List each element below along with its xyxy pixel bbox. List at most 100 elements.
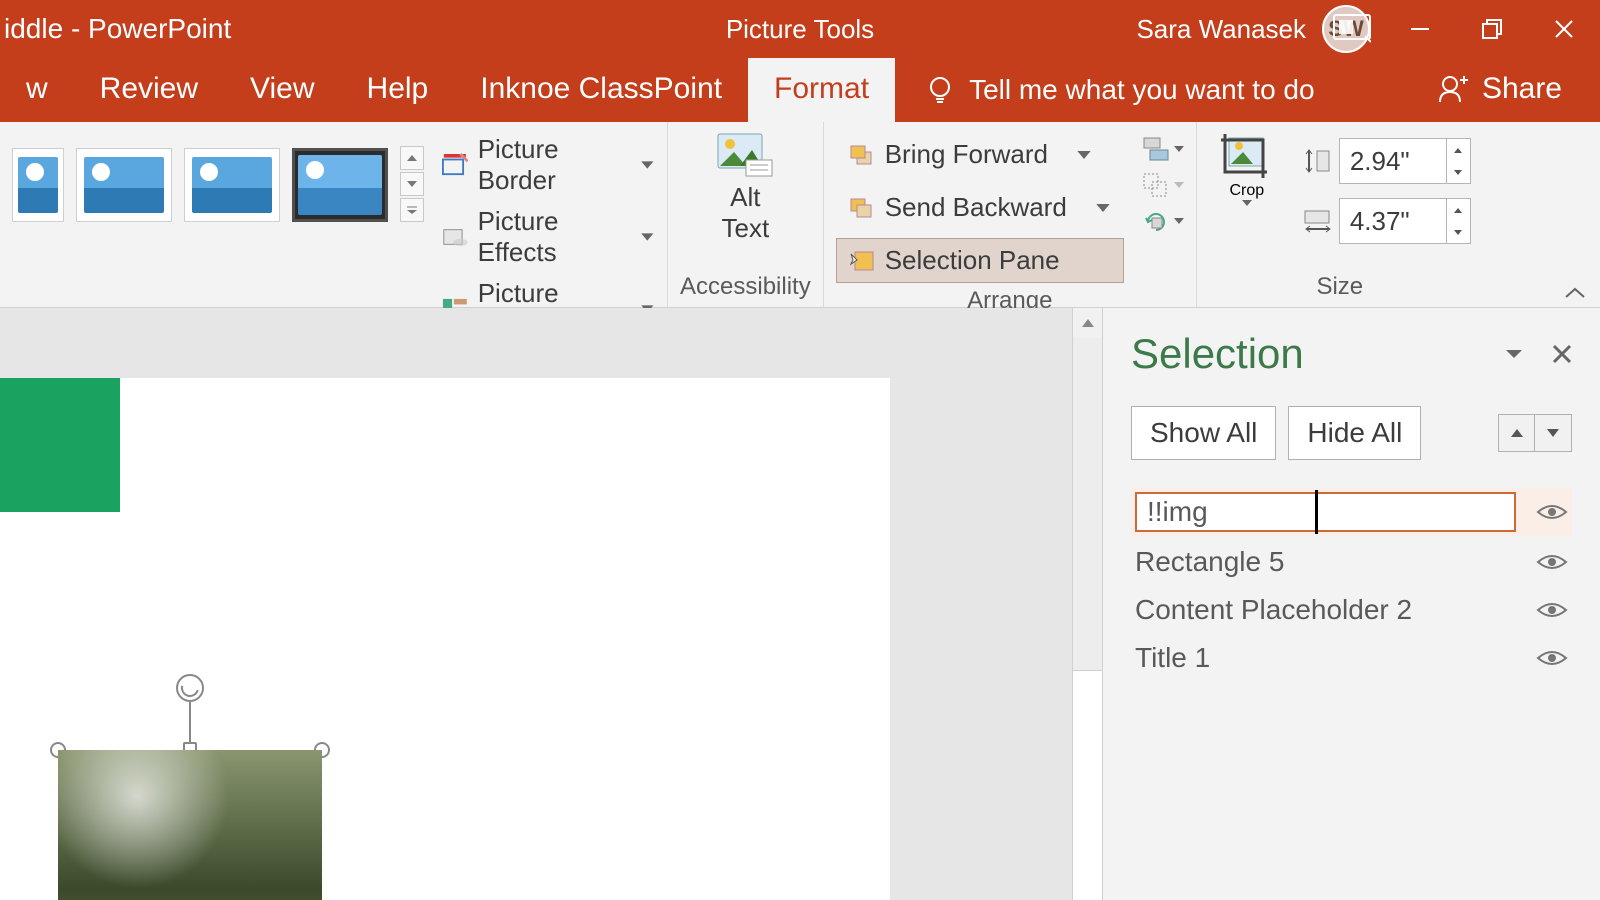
bring-forward-label: Bring Forward (885, 139, 1048, 170)
scroll-up-button[interactable] (1073, 308, 1102, 338)
chevron-down-icon (1174, 146, 1184, 152)
send-backward-button[interactable]: Send Backward (836, 185, 1124, 230)
height-value: 2.94" (1350, 146, 1410, 177)
visibility-toggle-icon[interactable] (1536, 550, 1568, 574)
style-preset-2[interactable] (76, 148, 172, 222)
group-icon (1142, 172, 1170, 198)
style-preset-4-selected[interactable] (292, 148, 388, 222)
ribbon: Picture Border Picture Effects Picture L… (0, 122, 1600, 308)
width-input[interactable]: 4.37" (1339, 198, 1471, 244)
user-name: Sara Wanasek (1136, 14, 1306, 45)
window-controls (1384, 0, 1600, 58)
tab-review[interactable]: Review (74, 58, 224, 122)
bring-forward-button[interactable]: Bring Forward (836, 132, 1124, 177)
gallery-up-button[interactable] (400, 146, 424, 170)
group-accessibility: Alt Text Accessibility (668, 122, 824, 307)
height-input[interactable]: 2.94" (1339, 138, 1471, 184)
chevron-down-icon (1174, 182, 1184, 188)
rotate-button[interactable] (1142, 208, 1184, 234)
selection-pane-title: Selection (1131, 330, 1304, 378)
width-up[interactable] (1447, 199, 1470, 221)
slide-canvas[interactable] (0, 308, 1072, 900)
send-backward-icon (849, 197, 875, 219)
share-button[interactable]: Share (1398, 72, 1600, 122)
tell-me-label: Tell me what you want to do (969, 74, 1315, 106)
picture-effects-button[interactable]: Picture Effects (442, 206, 655, 268)
picture-border-label: Picture Border (478, 134, 631, 196)
selected-image[interactable] (40, 722, 340, 900)
close-pane-button[interactable] (1552, 344, 1572, 364)
text-cursor-icon (1315, 490, 1318, 534)
pane-options-button[interactable] (1506, 349, 1522, 359)
group-label-accessibility: Accessibility (680, 269, 811, 303)
height-up[interactable] (1447, 139, 1470, 161)
tab-help[interactable]: Help (341, 58, 455, 122)
style-preset-3[interactable] (184, 148, 280, 222)
selection-item[interactable]: Title 1 (1131, 636, 1572, 680)
picture-border-button[interactable]: Picture Border (442, 134, 655, 196)
width-icon (1303, 209, 1331, 233)
share-icon (1436, 72, 1470, 106)
crop-label: Crop (1229, 182, 1264, 200)
alt-text-button[interactable]: Alt Text (702, 128, 788, 248)
hide-all-button[interactable]: Hide All (1288, 406, 1421, 460)
dropdown-arrow-icon (640, 229, 655, 245)
tell-me-search[interactable]: Tell me what you want to do (905, 74, 1335, 122)
image-content (58, 750, 322, 900)
tab-inknoe-classpoint[interactable]: Inknoe ClassPoint (454, 58, 748, 122)
present-mode-button[interactable] (1320, 0, 1384, 58)
dropdown-arrow-icon (1076, 147, 1092, 163)
tab-format[interactable]: Format (748, 58, 895, 122)
picture-effects-icon (442, 225, 468, 249)
crop-button[interactable]: Crop (1209, 128, 1285, 210)
lightbulb-icon (925, 75, 955, 105)
title-bar: iddle - PowerPoint Picture Tools Sara Wa… (0, 0, 1600, 58)
visibility-toggle-icon[interactable] (1536, 646, 1568, 670)
tab-partial[interactable]: w (0, 58, 74, 122)
selection-item-editing[interactable] (1131, 488, 1572, 536)
alt-text-label: Alt Text (722, 182, 770, 244)
scroll-track[interactable] (1073, 338, 1102, 900)
crop-icon (1219, 132, 1275, 182)
tab-view[interactable]: View (224, 58, 340, 122)
reorder-controls (1498, 414, 1572, 452)
picture-border-icon (442, 153, 468, 177)
width-value: 4.37" (1350, 206, 1410, 237)
restore-button[interactable] (1456, 0, 1528, 58)
gallery-down-button[interactable] (400, 172, 424, 196)
rotate-icon (1142, 208, 1170, 234)
group-button[interactable] (1142, 172, 1184, 198)
gallery-more-button[interactable] (400, 198, 424, 222)
collapse-ribbon-button[interactable] (1564, 287, 1586, 299)
selection-item[interactable]: Content Placeholder 2 (1131, 588, 1572, 632)
selection-item-rename-input[interactable] (1135, 492, 1516, 532)
selection-item[interactable]: Rectangle 5 (1131, 540, 1572, 584)
selection-pane-icon (849, 250, 875, 272)
align-icon (1142, 136, 1170, 162)
visibility-toggle-icon[interactable] (1536, 500, 1568, 524)
picture-styles-gallery[interactable] (12, 128, 424, 222)
selection-pane-button[interactable]: Selection Pane (836, 238, 1124, 283)
rectangle-shape[interactable] (0, 378, 120, 512)
close-button[interactable] (1528, 0, 1600, 58)
vertical-scrollbar[interactable] (1072, 308, 1102, 900)
selection-pane: Selection Show All Hide All (1102, 308, 1600, 900)
visibility-toggle-icon[interactable] (1536, 598, 1568, 622)
move-down-button[interactable] (1535, 415, 1571, 451)
workspace: Selection Show All Hide All (0, 308, 1600, 900)
width-down[interactable] (1447, 221, 1470, 243)
align-button[interactable] (1142, 136, 1184, 162)
group-picture-styles: Picture Border Picture Effects Picture L… (0, 122, 668, 307)
move-up-button[interactable] (1499, 415, 1535, 451)
style-preset-1[interactable] (12, 148, 64, 222)
slide-thumbnail[interactable] (1073, 670, 1102, 900)
group-size: Crop 2.94" 4.37" (1197, 122, 1483, 307)
show-all-button[interactable]: Show All (1131, 406, 1276, 460)
dropdown-arrow-icon (640, 157, 655, 173)
document-title: iddle - PowerPoint (0, 13, 231, 45)
picture-effects-label: Picture Effects (478, 206, 631, 268)
height-down[interactable] (1447, 161, 1470, 183)
minimize-button[interactable] (1384, 0, 1456, 58)
rotate-handle[interactable] (176, 674, 204, 702)
chevron-down-icon (1174, 218, 1184, 224)
